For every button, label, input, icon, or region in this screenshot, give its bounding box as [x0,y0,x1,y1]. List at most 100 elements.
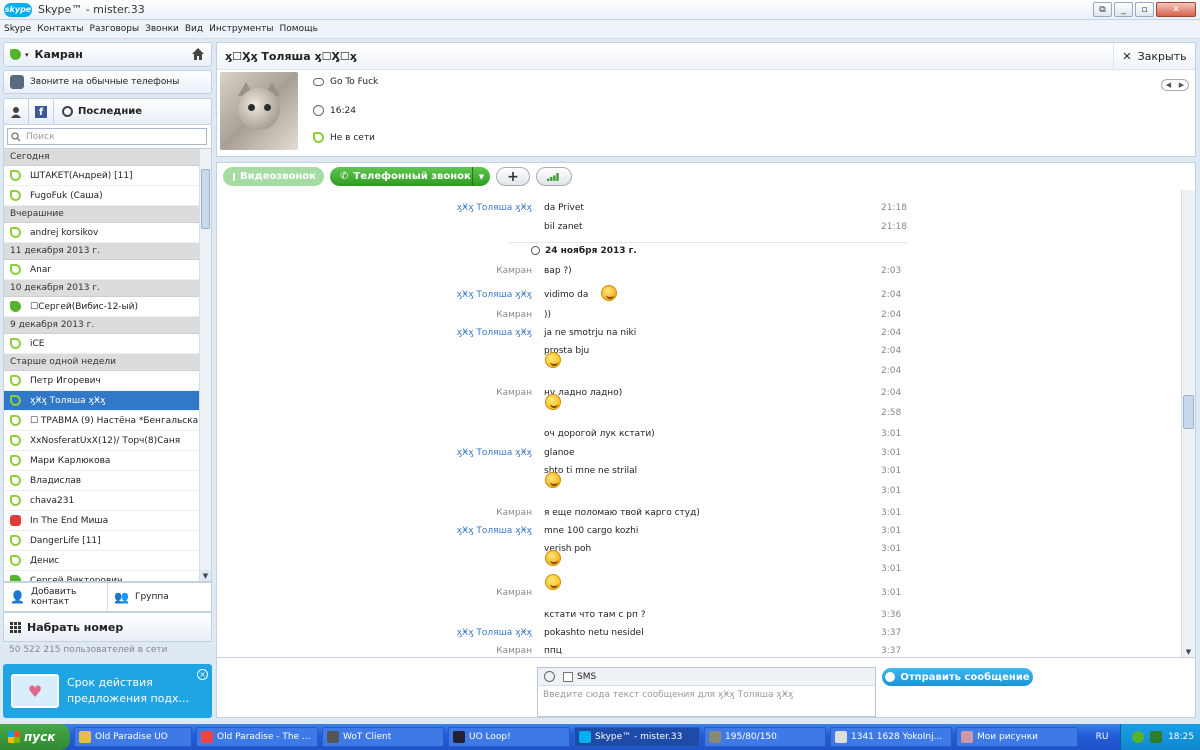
call-phones-row[interactable]: Звоните на обычные телефоны [3,70,212,94]
message-author[interactable]: Камран [217,310,532,320]
user-status-row[interactable]: ▾ Камран [3,42,212,67]
message-author[interactable]: ӽӾӽ Толяша ӽӾӽ [217,526,532,536]
promo-banner[interactable]: ♥ Срок действия предложения подх... ✕ [3,664,212,718]
create-group-button[interactable]: 👥 Группа [107,583,211,611]
home-icon[interactable] [191,47,205,61]
taskbar-item[interactable]: WoT Client [322,727,444,747]
message-author[interactable]: Камран [217,508,532,518]
message-input[interactable]: Введите сюда текст сообщения для ӽӾӽ Тол… [538,686,875,704]
contact-name: DangerLife [11] [30,535,101,546]
contact-item[interactable]: ☐Сергей(Вибис-12-ый) [4,297,211,317]
contact-item[interactable]: Сергей Викторович [4,571,211,581]
promo-image: ♥ [11,674,59,708]
left-arrow-icon[interactable]: ◀ [1166,81,1171,89]
contact-item[interactable]: andrej korsikov [4,223,211,243]
tab-facebook[interactable]: f [29,98,54,125]
contact-item[interactable]: iCE [4,334,211,354]
network-tray-icon[interactable] [1150,731,1163,743]
message-author[interactable]: Камран [217,646,532,656]
maximize-button[interactable]: ▫ [1135,2,1154,17]
contact-item[interactable]: Денис [4,551,211,571]
menu-conversations[interactable]: Разговоры [90,24,140,34]
taskbar-item[interactable]: Old Paradise UO [74,727,192,747]
search-icon [11,131,21,141]
message-author[interactable]: ӽӾӽ Толяша ӽӾӽ [217,448,532,458]
contact-item[interactable]: chava231 [4,491,211,511]
contact-item[interactable]: Владислав [4,471,211,491]
close-conversation-button[interactable]: ✕ Закрыть [1113,43,1195,70]
sms-checkbox[interactable] [563,671,573,682]
chat-scrollbar[interactable]: ▼ [1181,190,1195,657]
users-online-count: 50 522 215 пользователей в сети [9,645,168,655]
restore-icon[interactable]: ⧉ [1093,2,1112,17]
message-author[interactable]: ӽӾӽ Толяша ӽӾӽ [217,628,532,638]
plus-icon: + [507,168,519,185]
contact-item[interactable]: FugoFuk (Саша) [4,186,211,206]
start-button[interactable]: пуск [0,724,70,750]
message-author[interactable]: Камран [217,388,532,398]
promo-close-icon[interactable]: ✕ [197,669,208,680]
message-author[interactable]: ӽӾӽ Толяша ӽӾӽ [217,290,532,300]
contact-item[interactable]: ☐ ТРАВМА (9) Настёна *Бенгальска... [4,411,211,431]
menu-help[interactable]: Помощь [280,24,318,34]
skype-logo: skype [4,2,32,17]
contact-item[interactable]: In The End Миша [4,511,211,531]
chat-scrollbar-thumb[interactable] [1183,395,1194,429]
system-tray: 18:25 [1120,724,1200,750]
scrollbar-thumb[interactable] [201,169,210,229]
group-label: 9 декабря 2013 г. [10,320,95,330]
taskbar-item[interactable]: UO Loop! [448,727,570,747]
menu-view[interactable]: Вид [185,24,203,34]
scroll-down-icon[interactable]: ▼ [1182,646,1195,657]
message-author[interactable]: ӽӾӽ Толяша ӽӾӽ [217,203,532,213]
skype-tray-icon[interactable] [1132,731,1145,743]
offline-status-icon [10,395,21,406]
language-indicator[interactable]: RU [1090,729,1114,745]
close-button[interactable]: ✕ [1156,2,1196,17]
profile-nav-arrows[interactable]: ◀ ▶ [1161,79,1189,91]
taskbar-item-label: UO Loop! [469,732,511,742]
message-time: 21:18 [881,222,907,232]
contact-item[interactable]: XxNosferatUxX(12)/ Торч(8)Саня [4,431,211,451]
contact-item[interactable]: DangerLife [11] [4,531,211,551]
taskbar-item[interactable]: Skype™ - mister.33 [574,727,700,747]
message-author[interactable]: ӽӾӽ Толяша ӽӾӽ [217,328,532,338]
contact-avatar[interactable] [220,72,298,150]
message-time: 3:01 [881,544,902,554]
offline-status-icon [10,375,21,386]
taskbar-item[interactable]: 195/80/150 [704,727,826,747]
message-author[interactable]: Камран [217,266,532,276]
contact-item[interactable]: Anar [4,260,211,280]
menu-calls[interactable]: Звонки [145,24,179,34]
message-author[interactable]: Камран [217,588,532,598]
contact-item[interactable]: ӽӾӽ Толяша ӽӾӽ [4,391,211,411]
taskbar-item-label: Мои рисунки [977,732,1038,742]
contact-item[interactable]: ШТАКЕТ(Андрей) [11] [4,166,211,186]
taskbar-item[interactable]: 1341 1628 YokoInj... [830,727,952,747]
contact-item[interactable]: Мари Карлюкова [4,451,211,471]
taskbar-item[interactable]: Мои рисунки [956,727,1078,747]
video-call-button[interactable]: Видеозвонок [223,167,324,186]
dial-number-button[interactable]: Набрать номер [3,612,212,642]
phone-call-button[interactable]: ✆ Телефонный звонок ▼ [330,167,490,186]
scroll-down-icon[interactable]: ▼ [200,570,211,581]
status-dropdown-icon[interactable]: ▾ [25,51,29,59]
minimize-button[interactable]: _ [1114,2,1133,17]
menu-skype[interactable]: Skype [4,24,31,34]
taskbar-item[interactable]: Old Paradise - The ... [196,727,318,747]
tab-contacts[interactable] [4,98,29,125]
online-status-icon [10,575,21,581]
call-quality-button[interactable] [536,167,572,186]
tab-recent[interactable]: Последние [54,106,142,117]
emoticon-icon[interactable] [544,671,555,682]
chevron-down-icon[interactable]: ▼ [472,167,490,186]
right-arrow-icon[interactable]: ▶ [1179,81,1184,89]
send-message-button[interactable]: Отправить сообщение [882,668,1033,686]
add-contact-button[interactable]: 👤 Добавить контакт [4,583,107,611]
add-button[interactable]: + [496,167,530,186]
menu-contacts[interactable]: Контакты [37,24,83,34]
contact-list-scrollbar[interactable]: ▼ [199,149,211,581]
contact-item[interactable]: Петр Игоревич [4,371,211,391]
search-input[interactable]: Поиск [7,128,207,145]
menu-tools[interactable]: Инструменты [209,24,273,34]
